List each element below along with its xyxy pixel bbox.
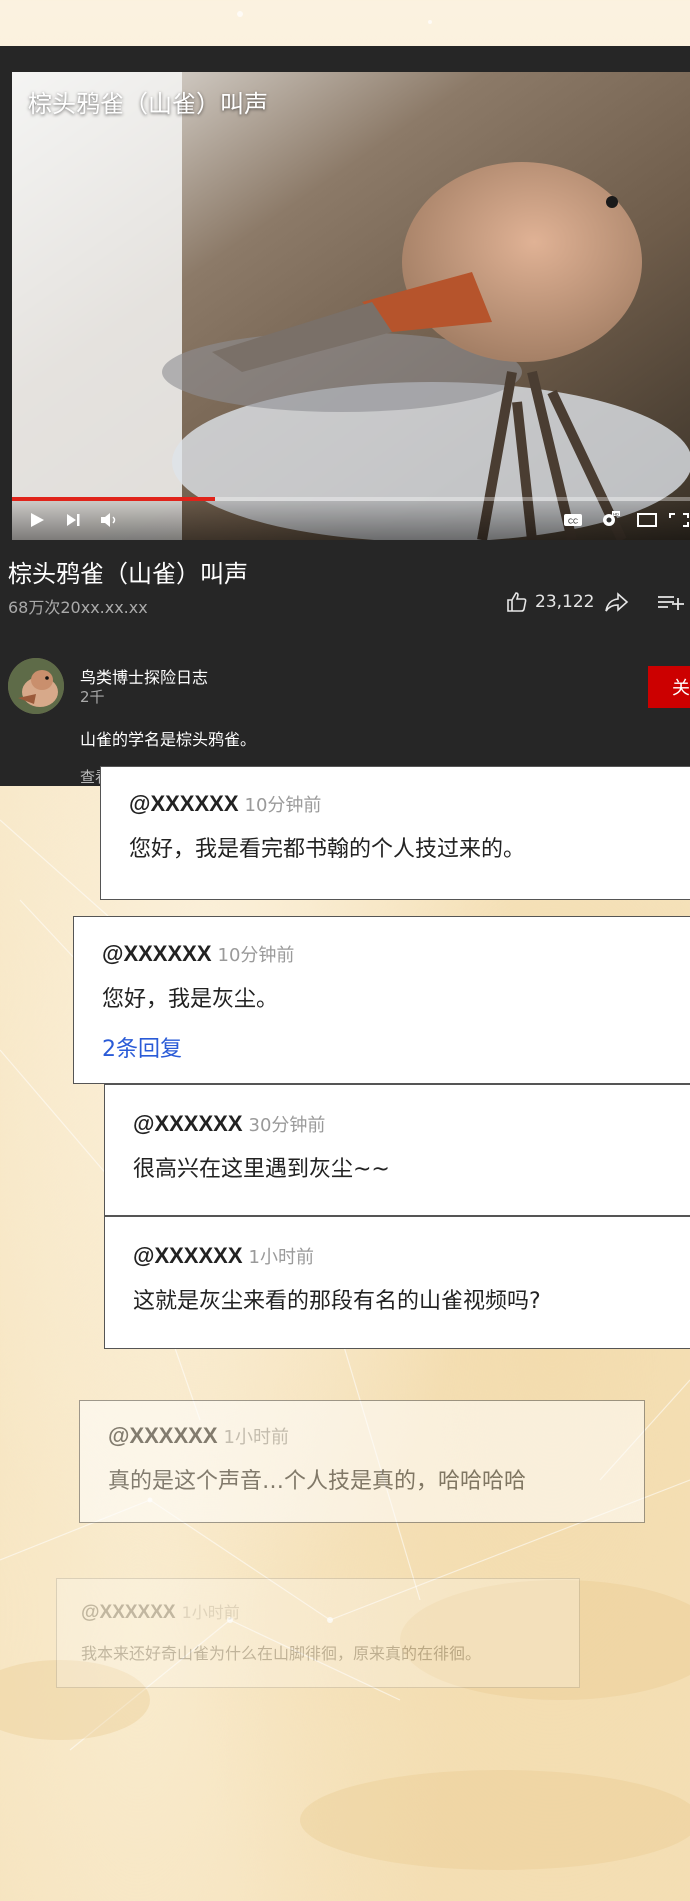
video-frame-bird	[12, 72, 690, 540]
comment-username[interactable]: @XXXXXX	[133, 1111, 243, 1136]
video-player-card: 棕头鸦雀（山雀）叫声 CC HD 棕头鸦雀（山雀）叫声 68万次20xx.xx.…	[0, 46, 690, 786]
comment-time: 1小时前	[248, 1247, 314, 1268]
video-description: 山雀的学名是棕头鸦雀。	[80, 730, 257, 749]
avatar-bird-image	[8, 658, 64, 714]
subscriber-count: 2千	[80, 688, 105, 706]
reply-card: @XXXXXX 30分钟前 很高兴在这里遇到灰尘~~	[104, 1084, 690, 1216]
comment-text: 我本来还好奇山雀为什么在山脚徘徊，原来真的在徘徊。	[81, 1644, 482, 1663]
comment-card-faded: @XXXXXX 1小时前 真的是这个声音…个人技是真的，哈哈哈哈	[79, 1400, 645, 1523]
video-player[interactable]: 棕头鸦雀（山雀）叫声 CC HD	[12, 72, 690, 540]
comment-card-faded: @XXXXXX 1小时前 我本来还好奇山雀为什么在山脚徘徊，原来真的在徘徊。	[56, 1578, 580, 1688]
comment-username[interactable]: @XXXXXX	[102, 941, 212, 966]
comment-text: 您好，我是看完都书翰的个人技过来的。	[129, 837, 526, 862]
reply-card: @XXXXXX 1小时前 这就是灰尘来看的那段有名的山雀视频吗?	[104, 1216, 690, 1349]
svg-text:HD: HD	[613, 511, 619, 516]
play-icon[interactable]	[26, 511, 48, 529]
comment-time: 10分钟前	[217, 945, 295, 966]
comment-username[interactable]: @XXXXXX	[81, 1602, 176, 1623]
comment-text: 很高兴在这里遇到灰尘~~	[133, 1157, 390, 1182]
svg-text:CC: CC	[568, 519, 578, 526]
captions-icon[interactable]: CC	[562, 511, 584, 529]
comment-time: 10分钟前	[244, 795, 322, 816]
settings-icon[interactable]: HD	[598, 511, 620, 529]
video-overlay-title: 棕头鸦雀（山雀）叫声	[28, 90, 268, 118]
comment-card: @XXXXXX 10分钟前 您好，我是看完都书翰的个人技过来的。	[100, 766, 690, 900]
comment-text: 您好，我是灰尘。	[102, 987, 279, 1012]
comment-time: 30分钟前	[248, 1115, 326, 1136]
comment-time: 1小时前	[223, 1427, 289, 1448]
video-meta: 68万次20xx.xx.xx	[8, 598, 148, 617]
channel-name[interactable]: 鸟类博士探险日志	[80, 664, 208, 688]
avatar[interactable]	[8, 658, 64, 714]
add-to-playlist-icon[interactable]	[656, 590, 686, 614]
player-controls: CC HD	[12, 501, 690, 540]
comment-text: 真的是这个声音…个人技是真的，哈哈哈哈	[108, 1469, 527, 1494]
view-replies-link[interactable]: 2条回复	[102, 1031, 671, 1063]
video-title: 棕头鸦雀（山雀）叫声	[8, 560, 248, 588]
like-button[interactable]: 23,122	[505, 590, 594, 614]
thumbs-up-icon	[507, 592, 527, 612]
comment-username[interactable]: @XXXXXX	[129, 791, 239, 816]
fullscreen-icon[interactable]	[668, 511, 690, 529]
comment-card: @XXXXXX 10分钟前 您好，我是灰尘。 2条回复	[73, 916, 690, 1084]
share-icon[interactable]	[604, 590, 630, 614]
comment-text: 这就是灰尘来看的那段有名的山雀视频吗?	[133, 1289, 541, 1314]
comment-username[interactable]: @XXXXXX	[108, 1423, 218, 1448]
subscribe-button[interactable]: 关注	[648, 666, 690, 708]
volume-icon[interactable]	[98, 511, 120, 529]
comment-time: 1小时前	[181, 1603, 240, 1622]
comment-username[interactable]: @XXXXXX	[133, 1243, 243, 1268]
miniplayer-icon[interactable]	[636, 511, 658, 529]
next-icon[interactable]	[62, 511, 84, 529]
like-count: 23,122	[535, 592, 595, 612]
